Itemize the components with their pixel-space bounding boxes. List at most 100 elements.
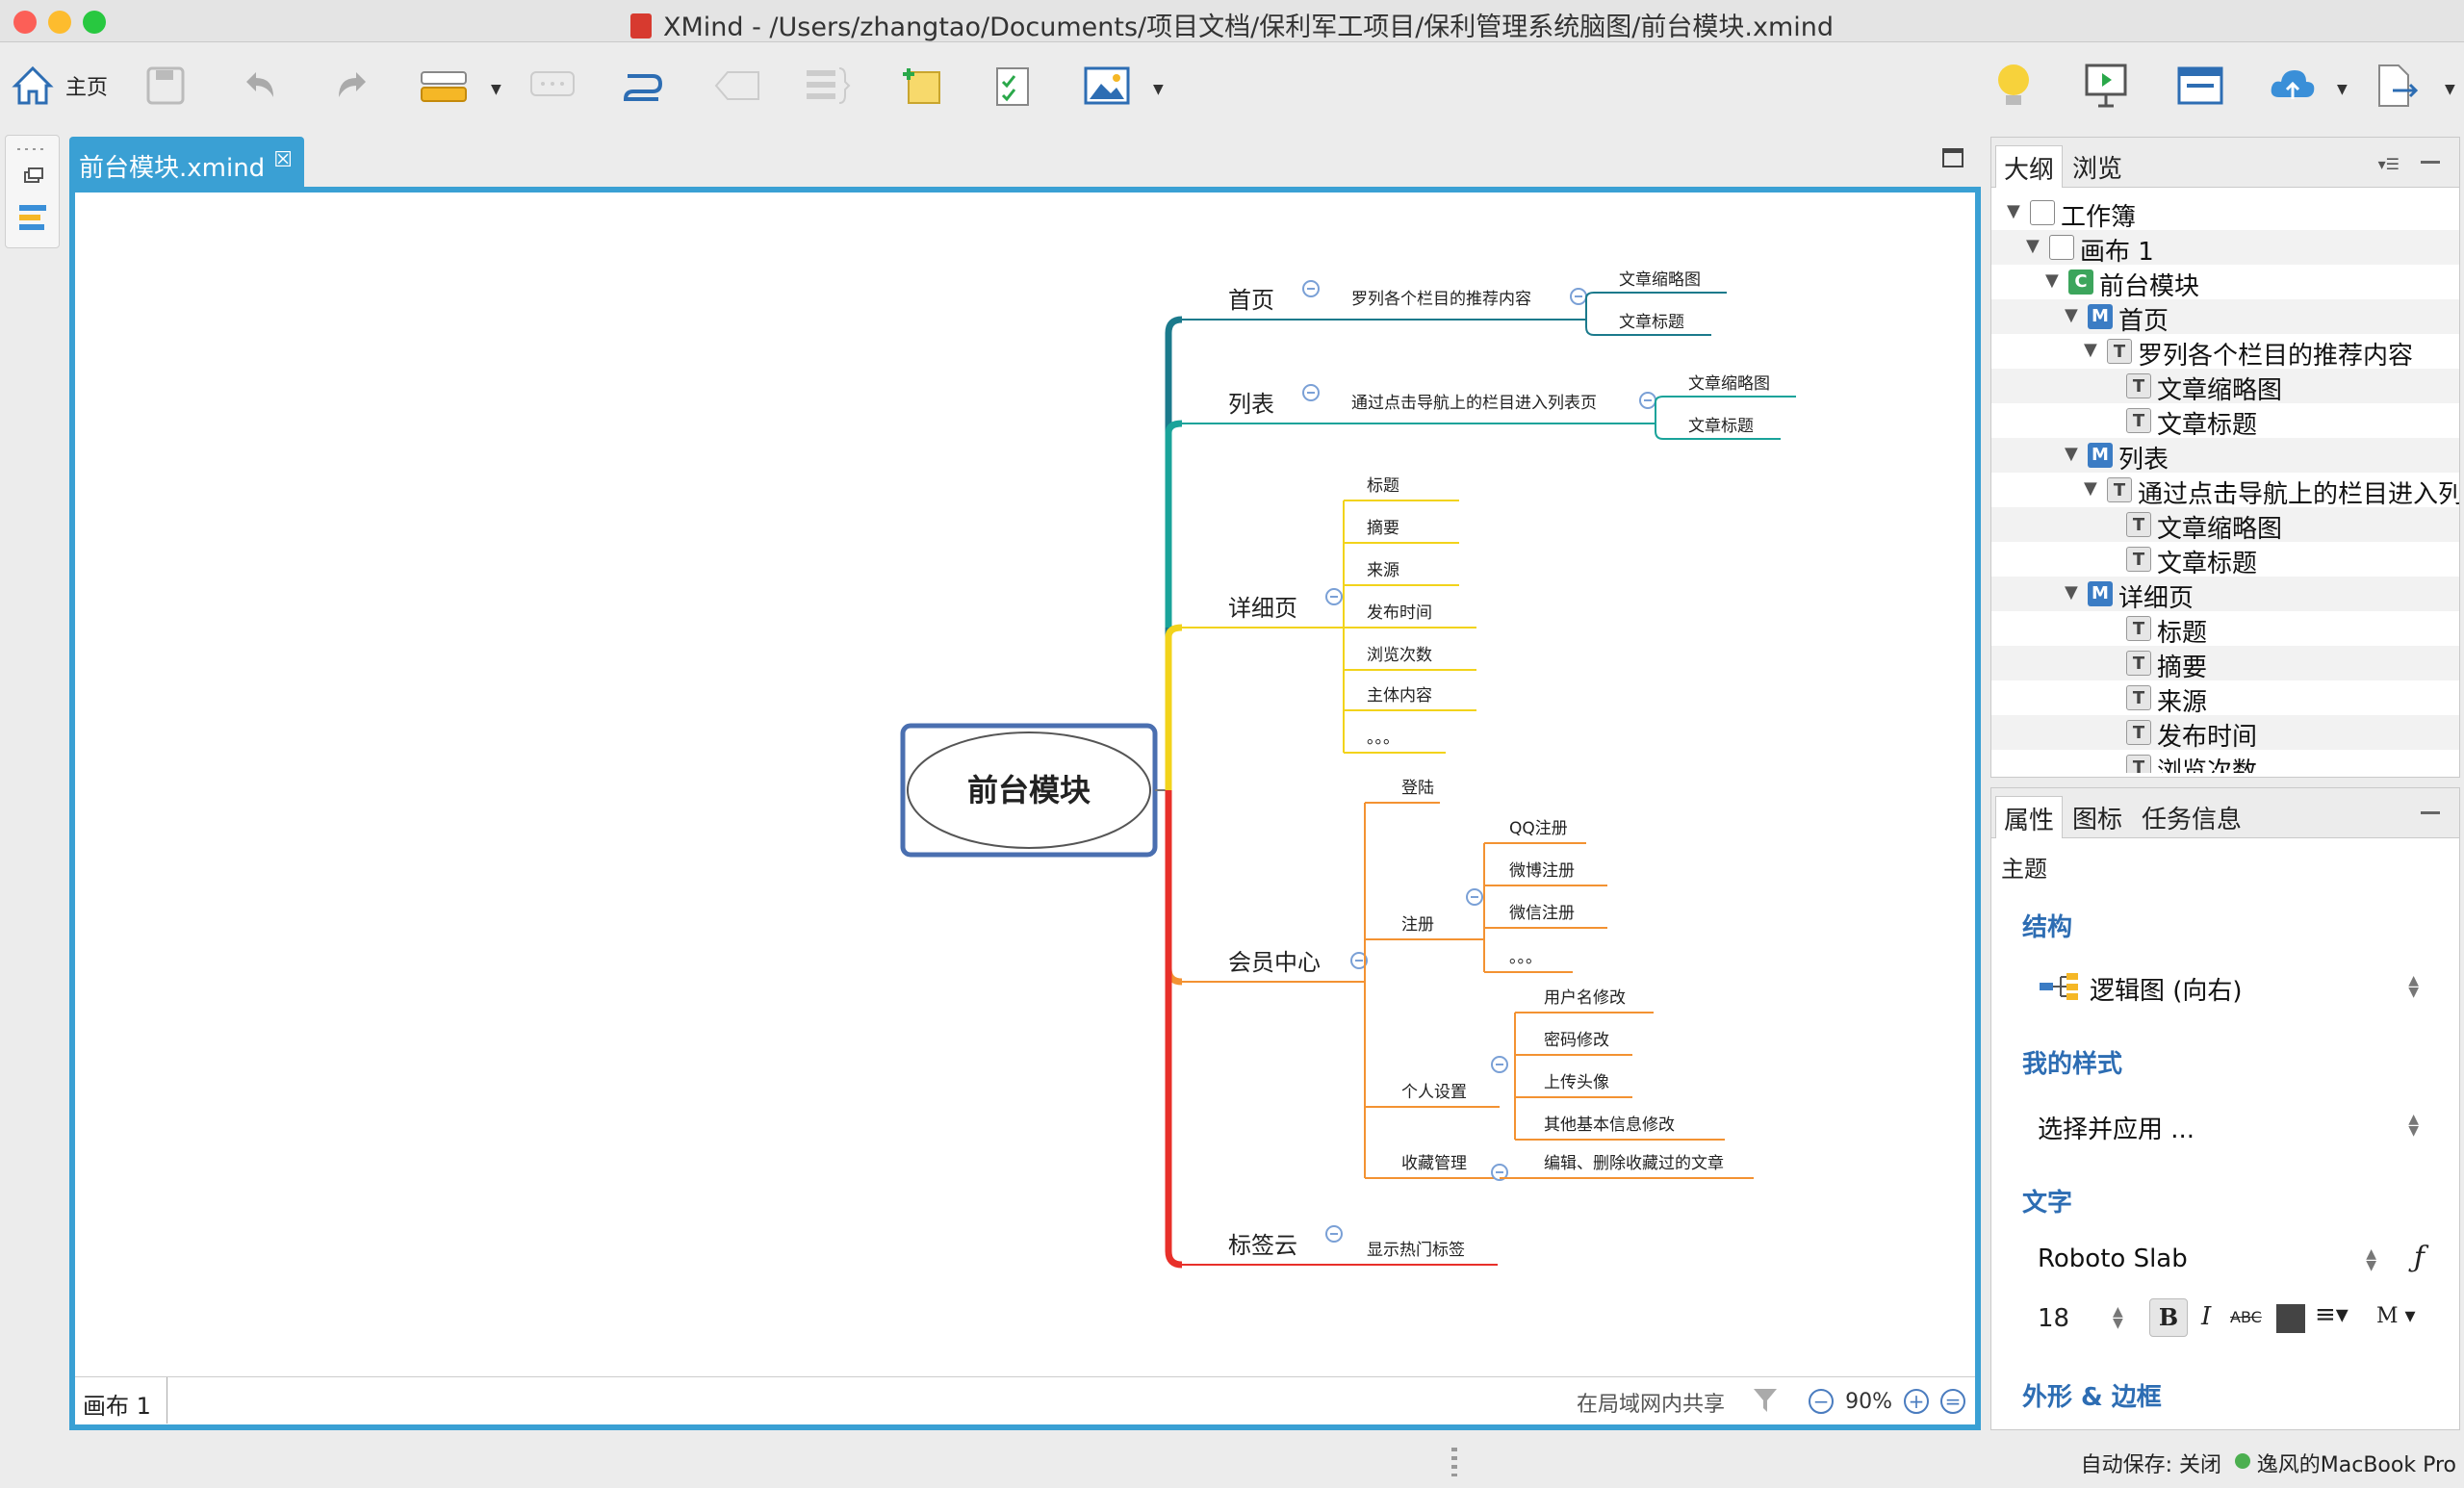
shape-border-section-title[interactable]: 外形 & 边框 (2022, 1377, 2162, 1413)
outline-row[interactable]: T 标题 (1991, 611, 2459, 648)
panel-menu-icon[interactable]: ▾☰ (2378, 155, 2400, 173)
outline-row[interactable]: ▼ C 前台模块 (1991, 265, 2459, 301)
splitter-grip-icon[interactable] (1451, 1448, 1457, 1476)
left-view-strip (5, 135, 60, 248)
outline-row[interactable]: T 摘要 (1991, 646, 2459, 682)
leaf-label: 微信注册 (1509, 904, 1575, 923)
idea-button[interactable] (1992, 57, 2035, 115)
expand-triangle-icon[interactable]: ▼ (2045, 270, 2059, 291)
outline-row-label: 标题 (2157, 619, 2208, 648)
home-button[interactable]: 主页 (10, 57, 108, 115)
summary-button[interactable] (803, 57, 853, 115)
expand-triangle-icon[interactable]: ▼ (2065, 444, 2078, 464)
share-upload-button[interactable] (2268, 57, 2318, 115)
tab-outline[interactable]: 大纲 (1995, 145, 2064, 188)
text-section-title[interactable]: 文字 (2022, 1183, 2072, 1219)
outline-row[interactable]: ▼ 画布 1 (1991, 230, 2459, 267)
layout-button[interactable] (2175, 57, 2225, 115)
outline-row[interactable]: T 文章标题 (1991, 403, 2459, 440)
my-style-section-title[interactable]: 我的样式 (2022, 1044, 2122, 1080)
branch-topic-detail: 详细页 (1228, 595, 1297, 622)
text-color-icon[interactable] (2276, 1304, 2305, 1333)
image-dropdown-caret[interactable]: ▼ (1153, 82, 1164, 97)
topic-dropdown-caret[interactable]: ▼ (491, 82, 501, 97)
zoom-in-icon[interactable]: + (1904, 1389, 1929, 1414)
align-icon[interactable]: ≡▾ (2315, 1300, 2348, 1329)
undo-button[interactable] (239, 57, 281, 115)
bold-icon[interactable]: B (2149, 1298, 2188, 1337)
minimize-props-icon[interactable] (2421, 811, 2440, 814)
expand-triangle-icon[interactable]: ▼ (2007, 201, 2020, 221)
tab-properties[interactable]: 属性 (1995, 796, 2064, 838)
expand-triangle-icon[interactable]: ▼ (2026, 236, 2040, 256)
italic-icon[interactable]: I (2201, 1302, 2211, 1331)
insert-topic-button[interactable] (418, 57, 472, 115)
presentation-button[interactable] (2083, 57, 2129, 115)
editor-tab[interactable]: 前台模块.xmind ☒ (69, 137, 304, 189)
outline-row[interactable]: T 文章标题 (1991, 542, 2459, 578)
member-sub-label: 个人设置 (1401, 1083, 1467, 1102)
lan-share-label[interactable]: 在局域网内共享 (1577, 1387, 1725, 1418)
structure-section-title[interactable]: 结构 (2022, 908, 2072, 943)
font-picker-icon[interactable]: ƒ (2414, 1241, 2425, 1274)
outline-row[interactable]: T 来源 (1991, 680, 2459, 717)
outline-row[interactable]: ▼ T通过点击导航上的栏目进入列表页 (1991, 473, 2459, 509)
outline-row[interactable]: ▼ 工作簿 (1991, 195, 2459, 232)
size-stepper-icon[interactable]: ▲ ▼ (2113, 1305, 2123, 1330)
outline-row[interactable]: ▼ M 首页 (1991, 299, 2459, 336)
tab-icons[interactable]: 图标 (2065, 796, 2130, 838)
outline-row[interactable]: T 文章缩略图 (1991, 507, 2459, 544)
note-button[interactable] (899, 57, 945, 115)
outline-row[interactable]: T 发布时间 (1991, 715, 2459, 752)
tab-task-info[interactable]: 任务信息 (2134, 796, 2249, 838)
structure-select[interactable]: 逻辑图 (向右) (2090, 971, 2243, 1007)
home-icon (12, 65, 54, 105)
note-icon (903, 68, 940, 104)
xmind-file-icon (629, 13, 652, 38)
save-button[interactable] (144, 57, 187, 115)
view-switch-icon[interactable] (6, 136, 61, 249)
boundary-button[interactable] (712, 57, 762, 115)
outline-row[interactable]: T 文章缩略图 (1991, 369, 2459, 405)
zoom-fit-icon[interactable]: = (1940, 1389, 1965, 1414)
outline-row[interactable]: ▼ M 详细页 (1991, 577, 2459, 613)
relationship-button[interactable] (620, 57, 666, 115)
tab-browse[interactable]: 浏览 (2065, 145, 2130, 188)
structure-logic-icon (2038, 971, 2080, 1006)
autosave-status[interactable]: 自动保存: 关闭 (2081, 1448, 2221, 1478)
outline-row-label: 工作簿 (2061, 203, 2137, 232)
mindmap[interactable]: 前台模块首页列表详细页会员中心标签云罗列各个栏目的推荐内容文章缩略图文章标题通过… (75, 192, 1975, 1376)
minimize-panel-icon[interactable] (2421, 161, 2440, 164)
maximize-editor-icon[interactable] (1942, 148, 1964, 167)
callout-button[interactable] (527, 57, 578, 115)
structure-stepper-icon[interactable]: ▲ ▼ (2408, 974, 2419, 999)
redo-button[interactable] (331, 57, 373, 115)
outline-row[interactable]: ▼ M 列表 (1991, 438, 2459, 475)
expand-triangle-icon[interactable]: ▼ (2084, 478, 2097, 499)
share-dropdown-caret[interactable]: ▼ (2337, 82, 2348, 97)
outline-row[interactable]: ▼ T 罗列各个栏目的推荐内容 (1991, 334, 2459, 371)
zoom-out-icon[interactable]: − (1809, 1389, 1835, 1414)
font-family-select[interactable]: Roboto Slab (2038, 1244, 2188, 1273)
leaf-label: QQ注册 (1509, 819, 1568, 838)
export-button[interactable] (2374, 57, 2420, 115)
expand-triangle-icon[interactable]: ▼ (2065, 582, 2078, 603)
strikethrough-icon[interactable]: ABC (2230, 1308, 2262, 1326)
task-button[interactable] (991, 57, 1034, 115)
close-tab-icon[interactable]: ☒ (273, 148, 293, 172)
expand-triangle-icon[interactable]: ▼ (2084, 340, 2097, 360)
filter-icon[interactable] (1752, 1385, 1779, 1414)
redo-icon (339, 72, 366, 97)
font-stepper-icon[interactable]: ▲ ▼ (2366, 1247, 2376, 1272)
style-stepper-icon[interactable]: ▲ ▼ (2408, 1113, 2419, 1138)
insert-image-button[interactable] (1082, 57, 1132, 115)
sheet-tab[interactable]: 画布 1 (75, 1377, 167, 1424)
text-case-icon[interactable]: M ▾ (2376, 1304, 2416, 1328)
mindmap-canvas[interactable]: 前台模块 首页 列表 详细页 会员中心 标签云 罗列各个栏目的推荐内容 文章缩略图 文章标题 通过… (69, 187, 1981, 1430)
summary-icon (807, 67, 851, 104)
export-dropdown-caret[interactable]: ▼ (2445, 82, 2455, 97)
expand-triangle-icon[interactable]: ▼ (2065, 305, 2078, 325)
outline-row[interactable]: T 浏览次数 (1991, 750, 2459, 773)
font-size-input[interactable]: 18 (2038, 1304, 2069, 1333)
style-select[interactable]: 选择并应用 ... (2038, 1110, 2194, 1145)
